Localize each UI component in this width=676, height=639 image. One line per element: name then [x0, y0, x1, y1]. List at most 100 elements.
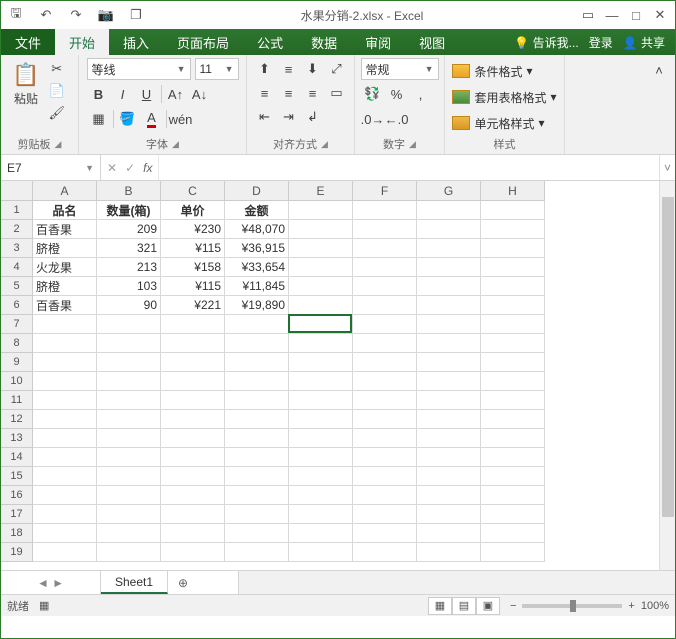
cell-G4[interactable]	[417, 258, 481, 277]
cell-H7[interactable]	[481, 315, 545, 334]
cell-G18[interactable]	[417, 524, 481, 543]
collapse-ribbon-icon[interactable]: ˄	[647, 59, 671, 81]
cell-F8[interactable]	[353, 334, 417, 353]
cell-E17[interactable]	[289, 505, 353, 524]
cell-F9[interactable]	[353, 353, 417, 372]
align-middle-icon[interactable]: ≡	[277, 58, 301, 80]
cell-E4[interactable]	[289, 258, 353, 277]
cell-E5[interactable]	[289, 277, 353, 296]
cell-G11[interactable]	[417, 391, 481, 410]
paste-button[interactable]: 📋 粘贴	[10, 58, 41, 111]
cell-C17[interactable]	[161, 505, 225, 524]
font-size-combo[interactable]: 11▼	[195, 58, 239, 80]
cell-D6[interactable]: ¥19,890	[225, 296, 289, 315]
cell-D2[interactable]: ¥48,070	[225, 220, 289, 239]
cell-E8[interactable]	[289, 334, 353, 353]
cell-H3[interactable]	[481, 239, 545, 258]
col-header-H[interactable]: H	[481, 181, 545, 201]
cell-D7[interactable]	[225, 315, 289, 334]
macro-icon[interactable]: ▦	[39, 599, 49, 612]
cell-F12[interactable]	[353, 410, 417, 429]
cell-D18[interactable]	[225, 524, 289, 543]
cell-F17[interactable]	[353, 505, 417, 524]
cell-B11[interactable]	[97, 391, 161, 410]
cell-F16[interactable]	[353, 486, 417, 505]
cell-H14[interactable]	[481, 448, 545, 467]
cell-A17[interactable]	[33, 505, 97, 524]
name-box[interactable]: E7▼	[1, 155, 101, 180]
cell-G9[interactable]	[417, 353, 481, 372]
cell-D12[interactable]	[225, 410, 289, 429]
cell-B7[interactable]	[97, 315, 161, 334]
align-center-icon[interactable]: ≡	[277, 82, 301, 104]
cell-C11[interactable]	[161, 391, 225, 410]
cell-G7[interactable]	[417, 315, 481, 334]
tab-page-layout[interactable]: 页面布局	[163, 29, 243, 55]
cell-C2[interactable]: ¥230	[161, 220, 225, 239]
cell-D14[interactable]	[225, 448, 289, 467]
cell-G2[interactable]	[417, 220, 481, 239]
cell-D17[interactable]	[225, 505, 289, 524]
cell-B16[interactable]	[97, 486, 161, 505]
row-header-7[interactable]: 7	[1, 315, 33, 334]
cell-B15[interactable]	[97, 467, 161, 486]
sheet-tab-sheet1[interactable]: Sheet1	[101, 571, 168, 594]
cell-H8[interactable]	[481, 334, 545, 353]
zoom-slider[interactable]	[522, 604, 622, 608]
increase-decimal-icon[interactable]: .0→	[361, 108, 385, 130]
cell-A6[interactable]: 百香果	[33, 296, 97, 315]
cell-H18[interactable]	[481, 524, 545, 543]
col-header-D[interactable]: D	[225, 181, 289, 201]
cell-D11[interactable]	[225, 391, 289, 410]
cell-H12[interactable]	[481, 410, 545, 429]
cell-B9[interactable]	[97, 353, 161, 372]
cell-B10[interactable]	[97, 372, 161, 391]
font-name-combo[interactable]: 等线▼	[87, 58, 191, 80]
page-break-view-icon[interactable]: ▣	[476, 597, 500, 615]
cell-F18[interactable]	[353, 524, 417, 543]
cell-C19[interactable]	[161, 543, 225, 562]
bold-button[interactable]: B	[87, 83, 111, 105]
copy-icon[interactable]: 📄	[45, 80, 69, 102]
cell-H11[interactable]	[481, 391, 545, 410]
zoom-out-icon[interactable]: −	[510, 600, 516, 612]
align-dialog-icon[interactable]: ◢	[321, 139, 328, 150]
cell-G5[interactable]	[417, 277, 481, 296]
cut-icon[interactable]: ✂	[45, 58, 69, 80]
cell-G19[interactable]	[417, 543, 481, 562]
cell-E14[interactable]	[289, 448, 353, 467]
cell-A7[interactable]	[33, 315, 97, 334]
cell-C1[interactable]: 单价	[161, 201, 225, 220]
underline-button[interactable]: U	[135, 83, 159, 105]
currency-icon[interactable]: 💱	[361, 83, 385, 105]
comma-icon[interactable]: ,	[409, 83, 433, 105]
cell-G10[interactable]	[417, 372, 481, 391]
cell-A13[interactable]	[33, 429, 97, 448]
row-header-1[interactable]: 1	[1, 201, 33, 220]
cell-G17[interactable]	[417, 505, 481, 524]
fill-color-icon[interactable]: 🪣	[116, 108, 140, 130]
format-painter-icon[interactable]: 🖌	[45, 102, 69, 124]
cell-D9[interactable]	[225, 353, 289, 372]
cell-H1[interactable]	[481, 201, 545, 220]
cell-B4[interactable]: 213	[97, 258, 161, 277]
row-header-6[interactable]: 6	[1, 296, 33, 315]
cell-F1[interactable]	[353, 201, 417, 220]
cell-C5[interactable]: ¥115	[161, 277, 225, 296]
row-header-16[interactable]: 16	[1, 486, 33, 505]
cell-G14[interactable]	[417, 448, 481, 467]
cell-H4[interactable]	[481, 258, 545, 277]
cell-C12[interactable]	[161, 410, 225, 429]
cell-H17[interactable]	[481, 505, 545, 524]
cell-A15[interactable]	[33, 467, 97, 486]
cell-E9[interactable]	[289, 353, 353, 372]
cell-D10[interactable]	[225, 372, 289, 391]
cell-F10[interactable]	[353, 372, 417, 391]
zoom-in-icon[interactable]: +	[628, 600, 634, 612]
cancel-formula-icon[interactable]: ✕	[107, 161, 117, 175]
cell-A2[interactable]: 百香果	[33, 220, 97, 239]
cell-F13[interactable]	[353, 429, 417, 448]
tab-formulas[interactable]: 公式	[243, 29, 297, 55]
cell-D15[interactable]	[225, 467, 289, 486]
cell-C13[interactable]	[161, 429, 225, 448]
